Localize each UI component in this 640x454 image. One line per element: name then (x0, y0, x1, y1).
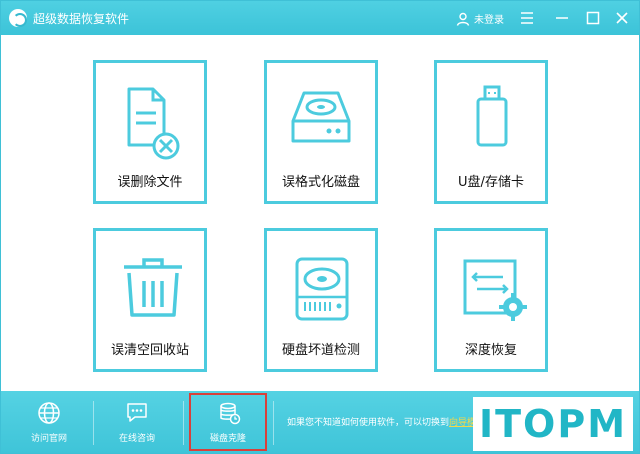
tile-usb-storage[interactable]: U盘/存储卡 (434, 60, 548, 204)
divider (273, 401, 274, 445)
tile-label: U盘/存储卡 (458, 175, 524, 190)
watermark-text: ITOPM (478, 402, 628, 446)
title-bar: 超级数据恢复软件 未登录 (1, 1, 639, 35)
database-clone-icon (217, 401, 241, 425)
guide-hint: 如果您不知道如何使用软件，可以切换到向导模 (287, 415, 476, 428)
user-icon (456, 11, 470, 26)
tile-deep-recovery[interactable]: 深度恢复 (434, 228, 548, 372)
divider (93, 401, 94, 445)
globe-icon (37, 401, 61, 425)
tile-label: 误清空回收站 (110, 343, 189, 358)
hard-disk-icon (267, 63, 375, 163)
tile-bad-sector-check[interactable]: 硬盘坏道检测 (264, 228, 378, 372)
menu-icon[interactable] (518, 9, 536, 27)
guide-mode-link[interactable]: 向导模 (449, 418, 476, 428)
tile-label: 硬盘坏道检测 (281, 343, 360, 358)
tile-label: 误删除文件 (117, 175, 183, 190)
disk-drive-icon (267, 231, 375, 331)
visit-website-button[interactable]: 访问官网 (9, 391, 89, 453)
nav-label: 磁盘克隆 (209, 434, 246, 444)
maximize-icon[interactable] (584, 9, 602, 27)
login-button[interactable]: 未登录 (456, 10, 504, 26)
divider (183, 401, 184, 445)
minimize-icon[interactable] (553, 9, 571, 27)
online-consult-button[interactable]: 在线咨询 (97, 391, 177, 453)
app-logo-icon (9, 9, 27, 27)
deep-recovery-icon (437, 231, 545, 331)
app-window: 超级数据恢复软件 未登录 误删除文件 误格式化磁盘 U盘/存储卡 误清空回收站 … (0, 0, 640, 454)
chat-icon (125, 401, 149, 425)
disk-clone-button[interactable]: 磁盘克隆 (189, 393, 267, 451)
close-icon[interactable] (613, 9, 631, 27)
document-delete-icon (96, 63, 204, 163)
tile-formatted-disk[interactable]: 误格式化磁盘 (264, 60, 378, 204)
login-status-label: 未登录 (474, 14, 504, 26)
nav-label: 访问官网 (30, 434, 67, 444)
app-title: 超级数据恢复软件 (33, 12, 130, 26)
trash-bin-icon (96, 231, 204, 331)
tile-deleted-files[interactable]: 误删除文件 (93, 60, 207, 204)
watermark-logo: ITOPM (473, 397, 633, 451)
tile-recycle-bin[interactable]: 误清空回收站 (93, 228, 207, 372)
guide-hint-text: 如果您不知道如何使用软件，可以切换到 (287, 418, 450, 428)
tile-label: 深度恢复 (464, 343, 517, 358)
tile-label: 误格式化磁盘 (281, 175, 360, 190)
nav-label: 在线咨询 (118, 434, 155, 444)
usb-drive-icon (437, 63, 545, 163)
